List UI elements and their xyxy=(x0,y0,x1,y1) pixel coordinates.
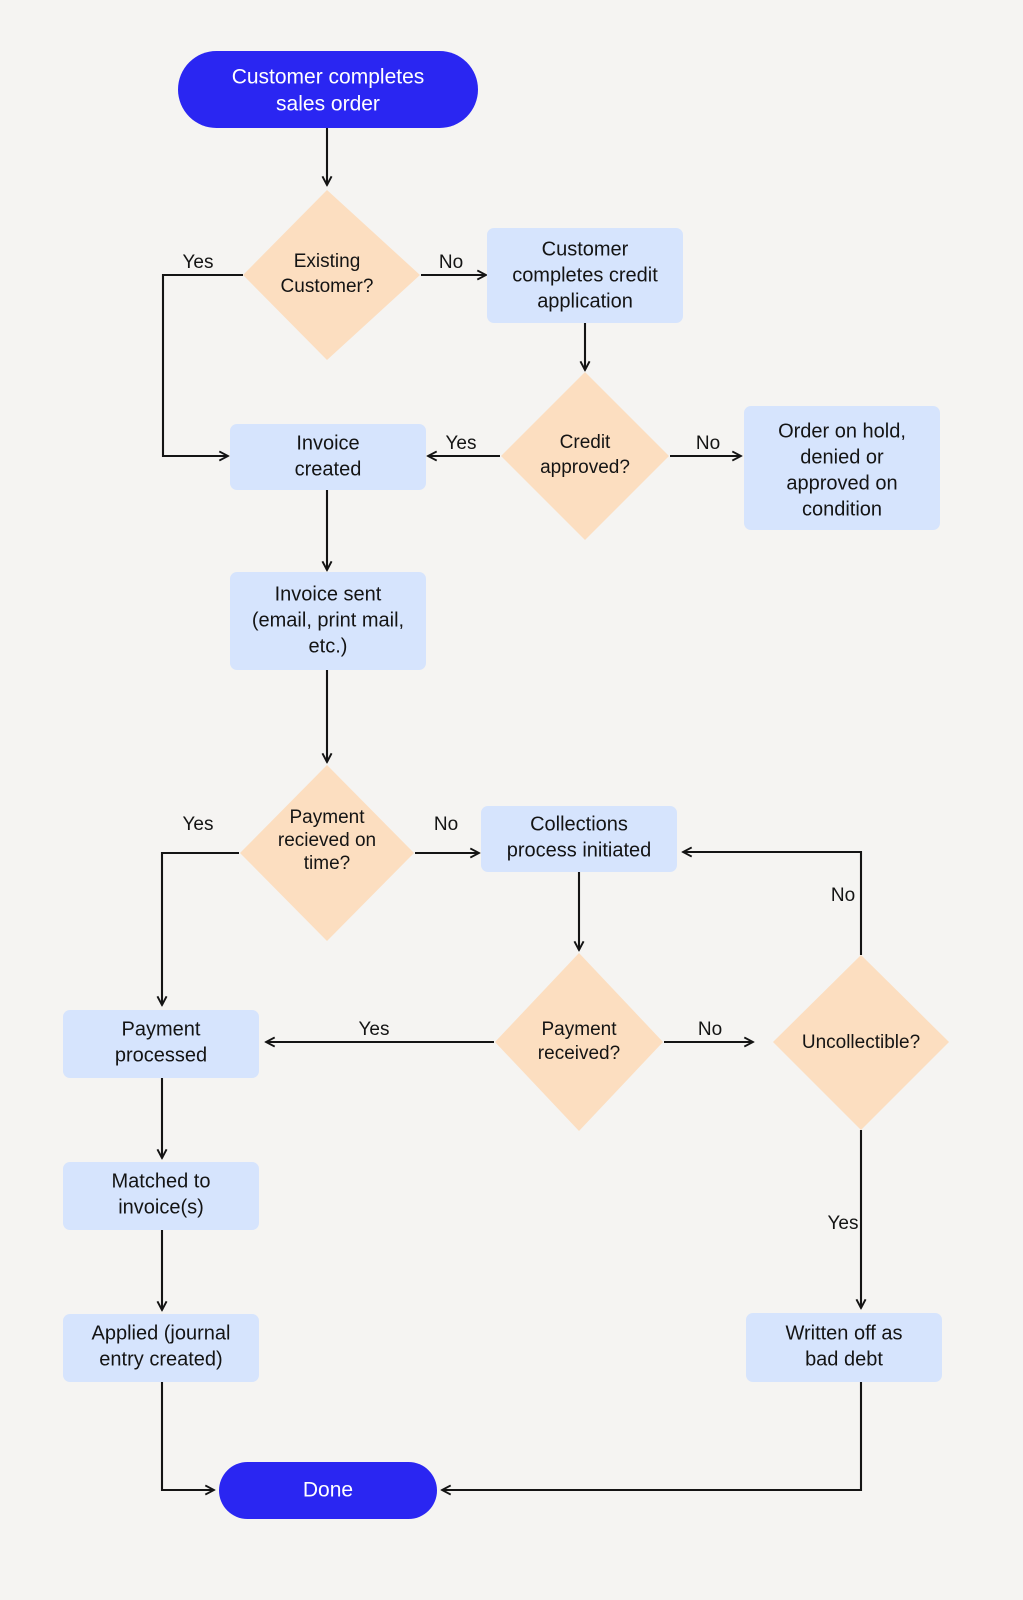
node-payment-on-time-label-line2: recieved on xyxy=(278,830,376,851)
node-done[interactable]: Done xyxy=(219,1462,437,1519)
node-start-shape xyxy=(178,51,478,128)
edge-label-credit-no: No xyxy=(696,433,720,454)
node-existing-customer-label-line2: Customer? xyxy=(281,276,374,297)
edge-applied-to-done xyxy=(160,1382,214,1490)
node-invoice-created[interactable]: Invoice created xyxy=(230,424,426,490)
node-collections-label-line2: process initiated xyxy=(507,839,652,861)
node-uncollectible[interactable]: Uncollectible? xyxy=(773,955,949,1130)
node-matched-to-invoices-label-line1: Matched to xyxy=(112,1170,211,1192)
node-uncollectible-label-line1: Uncollectible? xyxy=(802,1032,920,1053)
node-matched-to-invoices[interactable]: Matched to invoice(s) xyxy=(63,1162,259,1230)
edge-label-uncollectible-yes: Yes xyxy=(828,1213,859,1234)
edge-label-credit-yes: Yes xyxy=(446,433,477,454)
edge-label-existing-yes: Yes xyxy=(183,252,214,273)
node-existing-customer[interactable]: Existing Customer? xyxy=(243,190,420,360)
node-invoice-created-label-line1: Invoice xyxy=(296,432,359,454)
node-order-on-hold[interactable]: Order on hold, denied or approved on con… xyxy=(744,406,940,530)
node-credit-approved[interactable]: Credit approved? xyxy=(501,372,669,540)
edge-label-on-time-yes: Yes xyxy=(183,814,214,835)
node-payment-received-label-line1: Payment xyxy=(542,1019,618,1040)
node-credit-approved-label-line1: Credit xyxy=(560,432,611,453)
node-matched-to-invoices-label-line2: invoice(s) xyxy=(118,1196,204,1218)
node-applied-journal-label-line1: Applied (journal xyxy=(92,1322,231,1344)
node-invoice-sent-label-line2: (email, print mail, xyxy=(252,609,404,631)
node-payment-processed-label-line1: Payment xyxy=(122,1018,201,1040)
node-order-on-hold-label-line2: denied or xyxy=(800,446,884,468)
node-order-on-hold-label-line4: condition xyxy=(802,498,882,520)
node-done-label: Done xyxy=(303,1479,353,1502)
node-applied-journal-label-line2: entry created) xyxy=(99,1348,222,1370)
node-invoice-sent[interactable]: Invoice sent (email, print mail, etc.) xyxy=(230,572,426,670)
node-payment-on-time-label-line3: time? xyxy=(304,853,350,874)
node-collections-label-line1: Collections xyxy=(530,813,628,835)
node-credit-approved-shape xyxy=(501,372,669,540)
edge-label-uncollectible-no: No xyxy=(831,885,855,906)
node-payment-received-label-line2: received? xyxy=(538,1043,620,1064)
node-written-off-label-line1: Written off as xyxy=(785,1322,902,1344)
node-payment-processed[interactable]: Payment processed xyxy=(63,1010,259,1078)
flowchart-canvas: Yes No Yes No Yes No Yes No No Yes Custo… xyxy=(0,0,1023,1600)
node-start-label-line2: sales order xyxy=(276,93,380,116)
node-credit-application-label-line3: application xyxy=(537,290,633,312)
node-start-label-line1: Customer completes xyxy=(232,66,425,89)
node-existing-customer-label-line1: Existing xyxy=(294,251,361,272)
node-credit-application[interactable]: Customer completes credit application xyxy=(487,228,683,323)
node-written-off[interactable]: Written off as bad debt xyxy=(746,1313,942,1382)
node-payment-on-time[interactable]: Payment recieved on time? xyxy=(240,765,414,941)
node-invoice-sent-label-line1: Invoice sent xyxy=(275,583,382,605)
edge-written-off-to-done xyxy=(442,1382,863,1490)
flowchart-svg: Yes No Yes No Yes No Yes No No Yes Custo… xyxy=(63,51,949,1519)
edge-label-layer: Yes No Yes No Yes No Yes No No Yes xyxy=(183,252,859,1234)
node-written-off-label-line2: bad debt xyxy=(805,1348,883,1370)
node-existing-customer-shape xyxy=(243,190,420,360)
node-order-on-hold-label-line3: approved on xyxy=(786,472,897,494)
node-order-on-hold-label-line1: Order on hold, xyxy=(778,420,906,442)
node-credit-application-label-line1: Customer xyxy=(542,238,629,260)
node-payment-processed-label-line2: processed xyxy=(115,1044,207,1066)
edge-on-time-yes-to-payment-processed xyxy=(162,851,239,1005)
edge-label-received-no: No xyxy=(698,1019,722,1040)
node-credit-application-label-line2: completes credit xyxy=(512,264,658,286)
node-applied-journal[interactable]: Applied (journal entry created) xyxy=(63,1314,259,1382)
node-start[interactable]: Customer completes sales order xyxy=(178,51,478,128)
node-payment-received-shape xyxy=(495,953,663,1131)
node-invoice-sent-label-line3: etc.) xyxy=(309,635,348,657)
node-invoice-created-label-line2: created xyxy=(295,458,362,480)
edge-label-existing-no: No xyxy=(439,252,463,273)
node-credit-approved-label-line2: approved? xyxy=(540,457,630,478)
edge-label-received-yes: Yes xyxy=(359,1019,390,1040)
node-collections[interactable]: Collections process initiated xyxy=(481,806,677,872)
node-payment-on-time-label-line1: Payment xyxy=(290,807,366,828)
edge-label-on-time-no: No xyxy=(434,814,458,835)
node-payment-received[interactable]: Payment received? xyxy=(495,953,663,1131)
